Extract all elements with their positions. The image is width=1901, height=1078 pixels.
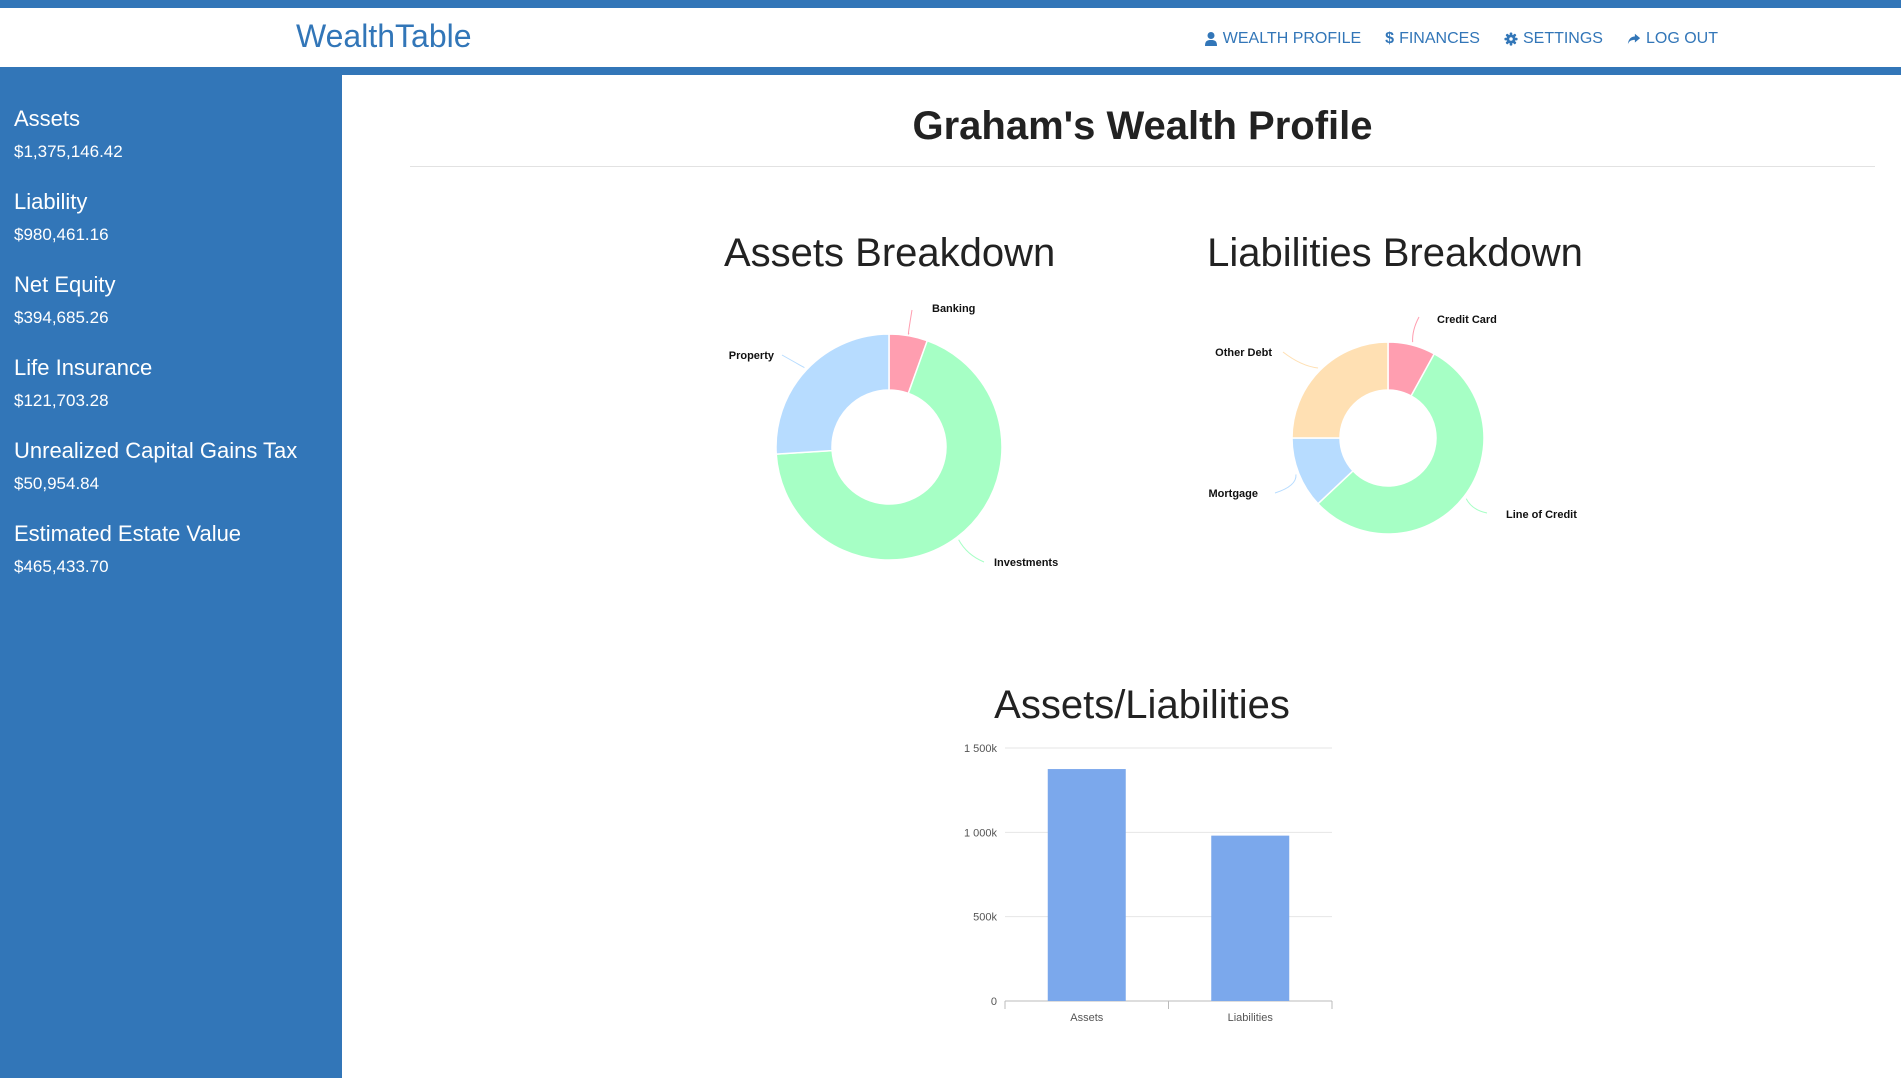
metric-life-insurance: Life Insurance $121,703.28 bbox=[14, 355, 342, 411]
share-arrow-icon bbox=[1627, 33, 1641, 45]
nav-wealth-profile[interactable]: WEALTH PROFILE bbox=[1204, 30, 1361, 48]
donut-connector-banking bbox=[907, 309, 913, 335]
gear-icon bbox=[1504, 32, 1518, 46]
donut-connector-property bbox=[781, 354, 805, 369]
donut-connector-line-of-credit bbox=[1465, 498, 1488, 514]
metric-liability: Liability $980,461.16 bbox=[14, 189, 342, 245]
metric-capital-gains-tax: Unrealized Capital Gains Tax $50,954.84 bbox=[14, 438, 342, 494]
bar-chart-title: Assets/Liabilities bbox=[994, 683, 1290, 727]
y-tick-label: 500k bbox=[973, 912, 997, 924]
metric-label: Estimated Estate Value bbox=[14, 521, 242, 546]
metric-label: Unrealized Capital Gains Tax bbox=[14, 438, 298, 463]
bar-assets[interactable] bbox=[1047, 769, 1126, 1001]
donut-slice-other-debt[interactable] bbox=[1291, 341, 1389, 439]
donut-connector-other-debt bbox=[1282, 351, 1319, 369]
main-content: Graham's Wealth Profile Assets Breakdown… bbox=[342, 75, 1901, 1078]
nav-settings-label: SETTINGS bbox=[1522, 30, 1603, 47]
user-icon bbox=[1204, 32, 1217, 46]
main-nav: WEALTH PROFILE $ FINANCES SETTINGS LOG O… bbox=[1204, 30, 1718, 48]
assets-donut-chart: Banking Investments Property bbox=[729, 303, 1058, 569]
metric-estate-value: Estimated Estate Value $465,433.70 bbox=[14, 521, 342, 577]
donut-slice-property[interactable] bbox=[775, 333, 890, 455]
donut-connector-mortgage bbox=[1274, 474, 1297, 494]
liabilities-donut-chart: Credit Card Line of Credit Mortgage Other D… bbox=[1209, 314, 1577, 535]
nav-finances[interactable]: $ FINANCES bbox=[1385, 30, 1480, 48]
bar-liabilities[interactable] bbox=[1211, 835, 1290, 1001]
donut-label-investments: Investments bbox=[994, 557, 1058, 569]
nav-logout-label: LOG OUT bbox=[1645, 30, 1718, 47]
donut-label-mortgage: Mortgage bbox=[1209, 488, 1259, 500]
top-navbar: WealthTable WEALTH PROFILE $ FINANCES SE… bbox=[0, 0, 1901, 75]
donut-label-other-debt: Other Debt bbox=[1215, 347, 1272, 359]
metric-label: Life Insurance bbox=[14, 355, 153, 380]
donut-label-banking: Banking bbox=[932, 303, 975, 315]
assets-chart-title: Assets Breakdown bbox=[724, 231, 1056, 275]
nav-settings[interactable]: SETTINGS bbox=[1504, 30, 1603, 48]
metric-value: $394,685.26 bbox=[14, 308, 109, 327]
metric-assets: Assets $1,375,146.42 bbox=[14, 106, 342, 162]
donut-connector-investments bbox=[958, 539, 985, 563]
nav-finances-label: FINANCES bbox=[1399, 30, 1480, 47]
y-tick-label: 0 bbox=[991, 996, 997, 1008]
sidebar: Assets $1,375,146.42 Liability $980,461.… bbox=[0, 75, 342, 1078]
donut-label-property: Property bbox=[729, 350, 775, 362]
nav-wealth-profile-label: WEALTH PROFILE bbox=[1222, 30, 1362, 47]
nav-logout[interactable]: LOG OUT bbox=[1627, 30, 1718, 48]
metric-value: $121,703.28 bbox=[14, 391, 109, 410]
metric-value: $50,954.84 bbox=[14, 474, 100, 493]
x-tick-label: Liabilities bbox=[1228, 1012, 1274, 1024]
donut-label-line-of-credit: Line of Credit bbox=[1506, 509, 1577, 521]
donut-connector-credit-card bbox=[1412, 316, 1420, 343]
y-tick-label: 1 000k bbox=[964, 827, 998, 839]
metric-net-equity: Net Equity $394,685.26 bbox=[14, 272, 342, 328]
liabilities-chart-title: Liabilities Breakdown bbox=[1207, 231, 1583, 275]
metric-label: Net Equity bbox=[14, 272, 116, 297]
assets-liabilities-bar-chart: 0 500k 1 000k 1 500k Assets Liabilities bbox=[964, 743, 1333, 1024]
y-tick-label: 1 500k bbox=[964, 743, 998, 755]
metric-label: Assets bbox=[14, 106, 81, 131]
title-divider bbox=[410, 166, 1875, 167]
donut-label-credit-card: Credit Card bbox=[1437, 314, 1497, 326]
brand-logo[interactable]: WealthTable bbox=[296, 18, 472, 55]
metric-label: Liability bbox=[14, 189, 88, 214]
dollar-icon: $ bbox=[1385, 30, 1395, 47]
metric-value: $980,461.16 bbox=[14, 225, 109, 244]
metric-value: $1,375,146.42 bbox=[14, 142, 123, 161]
x-tick-label: Assets bbox=[1070, 1012, 1104, 1024]
metric-value: $465,433.70 bbox=[14, 557, 109, 576]
page-title: Graham's Wealth Profile bbox=[912, 104, 1373, 148]
